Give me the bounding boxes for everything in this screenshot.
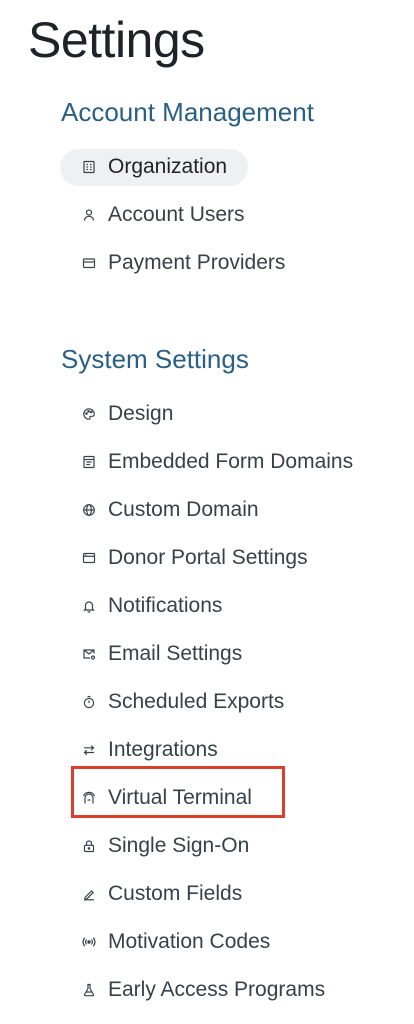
user-icon [82, 208, 96, 222]
sidebar-item-label: Donor Portal Settings [108, 546, 308, 569]
sidebar-item-label: Scheduled Exports [108, 690, 285, 713]
stopwatch-icon [82, 695, 96, 709]
sidebar-item-label: Payment Providers [108, 251, 286, 274]
building-icon [82, 160, 96, 174]
sidebar-item-early-access-programs[interactable]: Early Access Programs [60, 972, 346, 1009]
sidebar-item-label: Organization [108, 155, 228, 178]
bell-icon [82, 599, 96, 613]
arrows-swap-icon [82, 743, 96, 757]
sidebar-item-motivation-codes[interactable]: Motivation Codes [60, 924, 291, 961]
system-settings-nav: Design Embedded Form Domains Custom Doma… [60, 390, 374, 1014]
palette-icon [82, 407, 96, 421]
sidebar-item-notifications[interactable]: Notifications [60, 588, 243, 625]
flask-icon [82, 983, 96, 997]
page-title: Settings [28, 12, 205, 68]
sidebar-item-custom-fields[interactable]: Custom Fields [60, 876, 263, 913]
sidebar-item-label: Early Access Programs [108, 978, 326, 1001]
sidebar-item-label: Account Users [108, 203, 245, 226]
lock-icon [82, 839, 96, 853]
sidebar-item-label: Notifications [108, 594, 223, 617]
account-management-nav: Organization Account Users Payment Provi… [60, 143, 306, 287]
terminal-icon [82, 791, 96, 805]
sidebar-item-label: Custom Fields [108, 882, 243, 905]
browser-window-icon [82, 551, 96, 565]
sidebar-item-label: Single Sign-On [108, 834, 250, 857]
sidebar-item-payment-providers[interactable]: Payment Providers [60, 245, 306, 282]
globe-icon [82, 503, 96, 517]
sidebar-item-organization[interactable]: Organization [60, 148, 249, 186]
sidebar-item-custom-domain[interactable]: Custom Domain [60, 492, 280, 529]
sidebar-item-label: Integrations [108, 738, 218, 761]
sidebar-item-label: Motivation Codes [108, 930, 271, 953]
form-icon [82, 455, 96, 469]
sidebar-item-scheduled-exports[interactable]: Scheduled Exports [60, 684, 305, 721]
sidebar-item-single-sign-on[interactable]: Single Sign-On [60, 828, 270, 865]
sidebar-item-email-settings[interactable]: Email Settings [60, 636, 263, 673]
pencil-icon [82, 887, 96, 901]
sidebar-item-embedded-form-domains[interactable]: Embedded Form Domains [60, 444, 374, 481]
sidebar-item-label: Design [108, 402, 174, 425]
mail-settings-icon [82, 647, 96, 661]
sidebar-item-donor-portal-settings[interactable]: Donor Portal Settings [60, 540, 329, 577]
sidebar-item-label: Email Settings [108, 642, 243, 665]
credit-card-icon [82, 256, 96, 270]
sidebar-item-label: Embedded Form Domains [108, 450, 354, 473]
sidebar-item-label: Virtual Terminal [108, 786, 252, 809]
sidebar-item-account-users[interactable]: Account Users [60, 197, 266, 234]
section-heading-account-management: Account Management [61, 97, 314, 127]
sidebar-item-virtual-terminal[interactable]: Virtual Terminal [60, 780, 273, 817]
broadcast-icon [82, 935, 96, 949]
section-heading-system-settings: System Settings [61, 344, 249, 374]
sidebar-item-label: Custom Domain [108, 498, 259, 521]
sidebar-item-integrations[interactable]: Integrations [60, 732, 239, 769]
sidebar-item-design[interactable]: Design [60, 396, 194, 433]
